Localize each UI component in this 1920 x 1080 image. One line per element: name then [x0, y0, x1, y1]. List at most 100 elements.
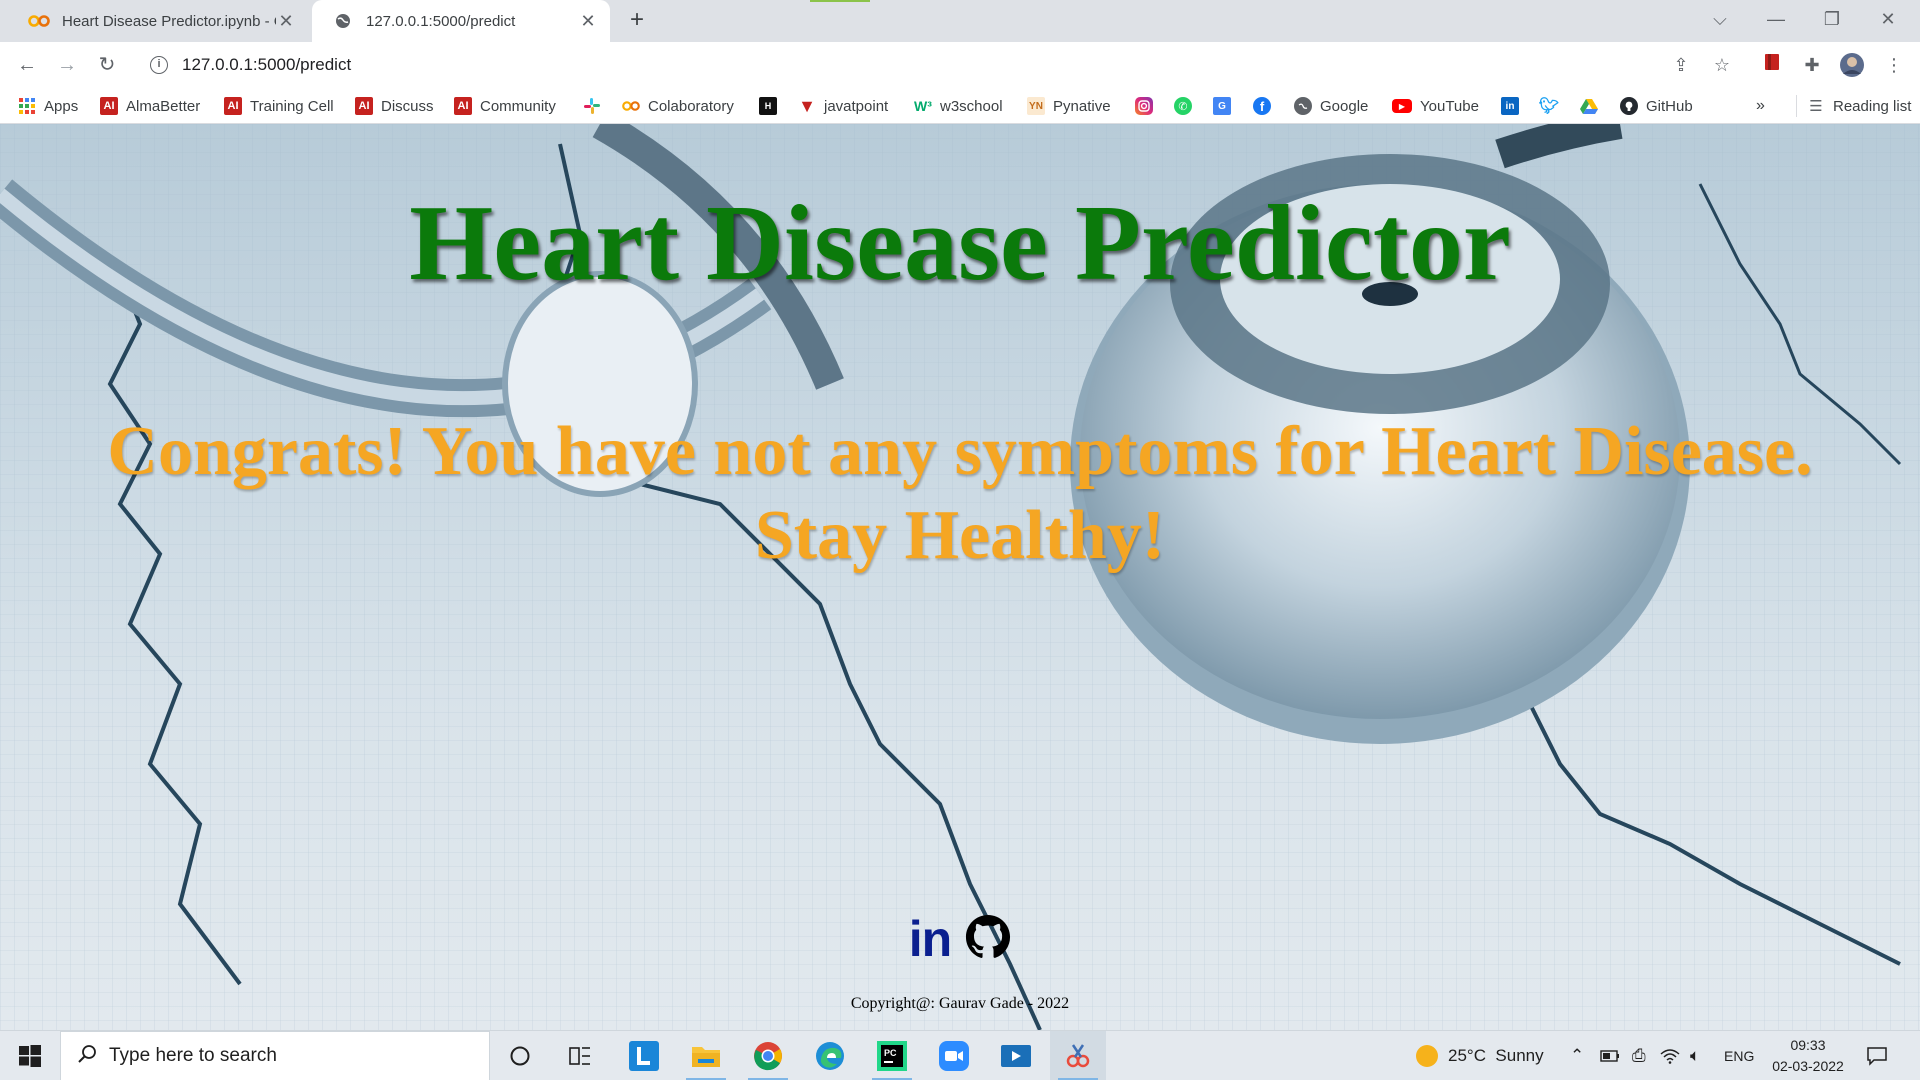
site-info-icon[interactable]: i [150, 56, 168, 74]
github-icon [1620, 97, 1638, 115]
clock-time: 09:33 [1790, 1037, 1826, 1053]
close-tab-icon[interactable]: ✕ [578, 11, 598, 32]
share-icon[interactable]: ⇪ [1668, 52, 1694, 78]
bookmark-star-icon[interactable]: ☆ [1709, 52, 1735, 78]
almabetter-icon: AI [355, 97, 373, 115]
reload-icon[interactable]: ↻ [93, 51, 121, 79]
forward-arrow-icon[interactable]: → [53, 51, 81, 79]
bookmark-community[interactable]: AI Community [454, 88, 556, 124]
tab-title: Heart Disease Predictor.ipynb - Colabora… [62, 12, 276, 30]
apps-grid-icon [18, 97, 36, 115]
close-window-icon[interactable]: ✕ [1860, 0, 1916, 42]
clock-date: 02-03-2022 [1772, 1058, 1844, 1074]
bookmark-colaboratory[interactable]: Colaboratory [622, 88, 734, 124]
bookmark-youtube[interactable]: ▶ YouTube [1392, 88, 1479, 124]
windows-logo-icon [19, 1045, 41, 1067]
almabetter-icon: AI [454, 97, 472, 115]
copyright-text: Copyright@: Gaurav Gade - 2022 [850, 995, 1070, 1012]
task-view-icon[interactable] [552, 1031, 608, 1080]
file-explorer-icon[interactable] [678, 1031, 734, 1080]
prediction-result: Congrats! You have not any symptoms for … [0, 410, 1920, 578]
github-icon [966, 914, 1011, 958]
page-title: Heart Disease Predictor [409, 184, 1511, 303]
windows-taskbar: Type here to search PC 25°C Sunny ⌃ ⎙ 🔈︎… [0, 1030, 1920, 1080]
back-arrow-icon[interactable]: ← [13, 51, 41, 79]
restore-icon[interactable]: ❐ [1804, 0, 1860, 42]
app-l-icon[interactable] [616, 1031, 672, 1080]
github-link[interactable] [965, 914, 1011, 965]
browser-menu-icon[interactable]: ⋮ [1881, 52, 1907, 78]
bookmark-google-drive[interactable] [1580, 88, 1598, 124]
bookmark-training-cell[interactable]: AI Training Cell [224, 88, 334, 124]
slack-icon [583, 97, 601, 115]
bookmark-discuss[interactable]: AI Discuss [355, 88, 434, 124]
bookmark-google[interactable]: Google [1294, 88, 1368, 124]
wifi-icon[interactable] [1660, 1031, 1680, 1080]
whatsapp-icon: ✆ [1174, 97, 1192, 115]
taskbar-search[interactable]: Type here to search [60, 1031, 490, 1080]
bookmark-twitter[interactable]: 🐦︎ [1538, 88, 1560, 124]
tab-strip: Heart Disease Predictor.ipynb - Colabora… [0, 0, 1920, 42]
linkedin-link[interactable]: in [909, 914, 952, 964]
bookmarks-bar: Apps AI AlmaBetter AI Training Cell AI D… [0, 88, 1920, 124]
volume-icon[interactable]: 🔈︎ [1690, 1031, 1700, 1080]
social-links: in [0, 914, 1920, 964]
bookmark-facebook[interactable]: f [1253, 88, 1271, 124]
close-tab-icon[interactable]: ✕ [276, 11, 296, 32]
tab-colab[interactable]: Heart Disease Predictor.ipynb - Colabora… [8, 0, 308, 42]
youtube-icon: ▶ [1392, 99, 1412, 113]
notifications-icon[interactable] [1866, 1031, 1888, 1080]
edge-icon[interactable] [802, 1031, 858, 1080]
start-button[interactable] [0, 1031, 60, 1080]
weather-widget[interactable]: 25°C Sunny [1416, 1031, 1544, 1080]
w3schools-icon: W³ [914, 98, 932, 114]
cortana-icon[interactable] [492, 1031, 548, 1080]
video-player-icon[interactable] [988, 1031, 1044, 1080]
bookmark-instagram[interactable] [1135, 88, 1153, 124]
google-drive-icon [1580, 97, 1598, 115]
pycharm-icon[interactable]: PC [864, 1031, 920, 1080]
reading-list-button[interactable]: ☰ Reading list [1796, 95, 1911, 117]
almabetter-icon: AI [224, 97, 242, 115]
meet-now-icon[interactable]: ⎙ [1632, 1031, 1646, 1080]
tab-search-icon[interactable]: ⌵ [1692, 0, 1748, 42]
extension-icon[interactable] [1759, 52, 1785, 78]
new-tab-button[interactable]: + [622, 6, 652, 36]
bookmark-javatpoint[interactable]: ▼ javatpoint [798, 88, 888, 124]
show-hidden-icons-icon[interactable]: ⌃ [1570, 1031, 1584, 1080]
tab-predict[interactable]: 127.0.0.1:5000/predict ✕ [312, 0, 610, 42]
bookmark-hackerrank[interactable]: H [759, 88, 777, 124]
colab-icon [622, 97, 640, 115]
address-bar[interactable]: i 127.0.0.1:5000/predict [138, 48, 1668, 82]
javatpoint-icon: ▼ [798, 95, 816, 116]
bookmark-google-translate[interactable]: G [1213, 88, 1231, 124]
address-url[interactable]: 127.0.0.1:5000/predict [182, 55, 351, 75]
bookmark-slack[interactable] [583, 88, 601, 124]
profile-avatar[interactable] [1839, 52, 1865, 78]
almabetter-icon: AI [100, 97, 118, 115]
bookmark-apps[interactable]: Apps [18, 88, 78, 124]
snipping-tool-icon[interactable] [1050, 1031, 1106, 1080]
bookmark-pynative[interactable]: YN Pynative [1027, 88, 1111, 124]
sun-icon [1416, 1045, 1438, 1067]
result-message: Congrats! You have not any symptoms for … [107, 413, 1813, 490]
zoom-icon[interactable] [926, 1031, 982, 1080]
bookmarks-overflow-button[interactable]: » [1756, 88, 1765, 124]
search-input[interactable]: Type here to search [109, 1045, 277, 1067]
google-translate-icon: G [1213, 97, 1231, 115]
extensions-puzzle-icon[interactable]: ✚ [1799, 52, 1825, 78]
browser-toolbar: ← → ↻ i 127.0.0.1:5000/predict ⇪ ☆ ✚ ⋮ [0, 42, 1920, 88]
tab-title: 127.0.0.1:5000/predict [366, 12, 516, 30]
system-clock[interactable]: 09:33 02-03-2022 [1760, 1035, 1856, 1077]
bookmark-w3school[interactable]: W³ w3school [914, 88, 1003, 124]
chrome-icon[interactable] [740, 1031, 796, 1080]
bookmark-whatsapp[interactable]: ✆ [1174, 88, 1192, 124]
battery-icon[interactable] [1600, 1031, 1620, 1080]
bookmark-linkedin[interactable]: in [1501, 88, 1519, 124]
language-indicator[interactable]: ENG [1724, 1031, 1754, 1080]
linkedin-icon: in [1501, 97, 1519, 115]
bookmark-almabetter[interactable]: AI AlmaBetter [100, 88, 200, 124]
minimize-icon[interactable]: — [1748, 0, 1804, 42]
twitter-icon: 🐦︎ [1538, 98, 1560, 115]
bookmark-github[interactable]: GitHub [1620, 88, 1693, 124]
